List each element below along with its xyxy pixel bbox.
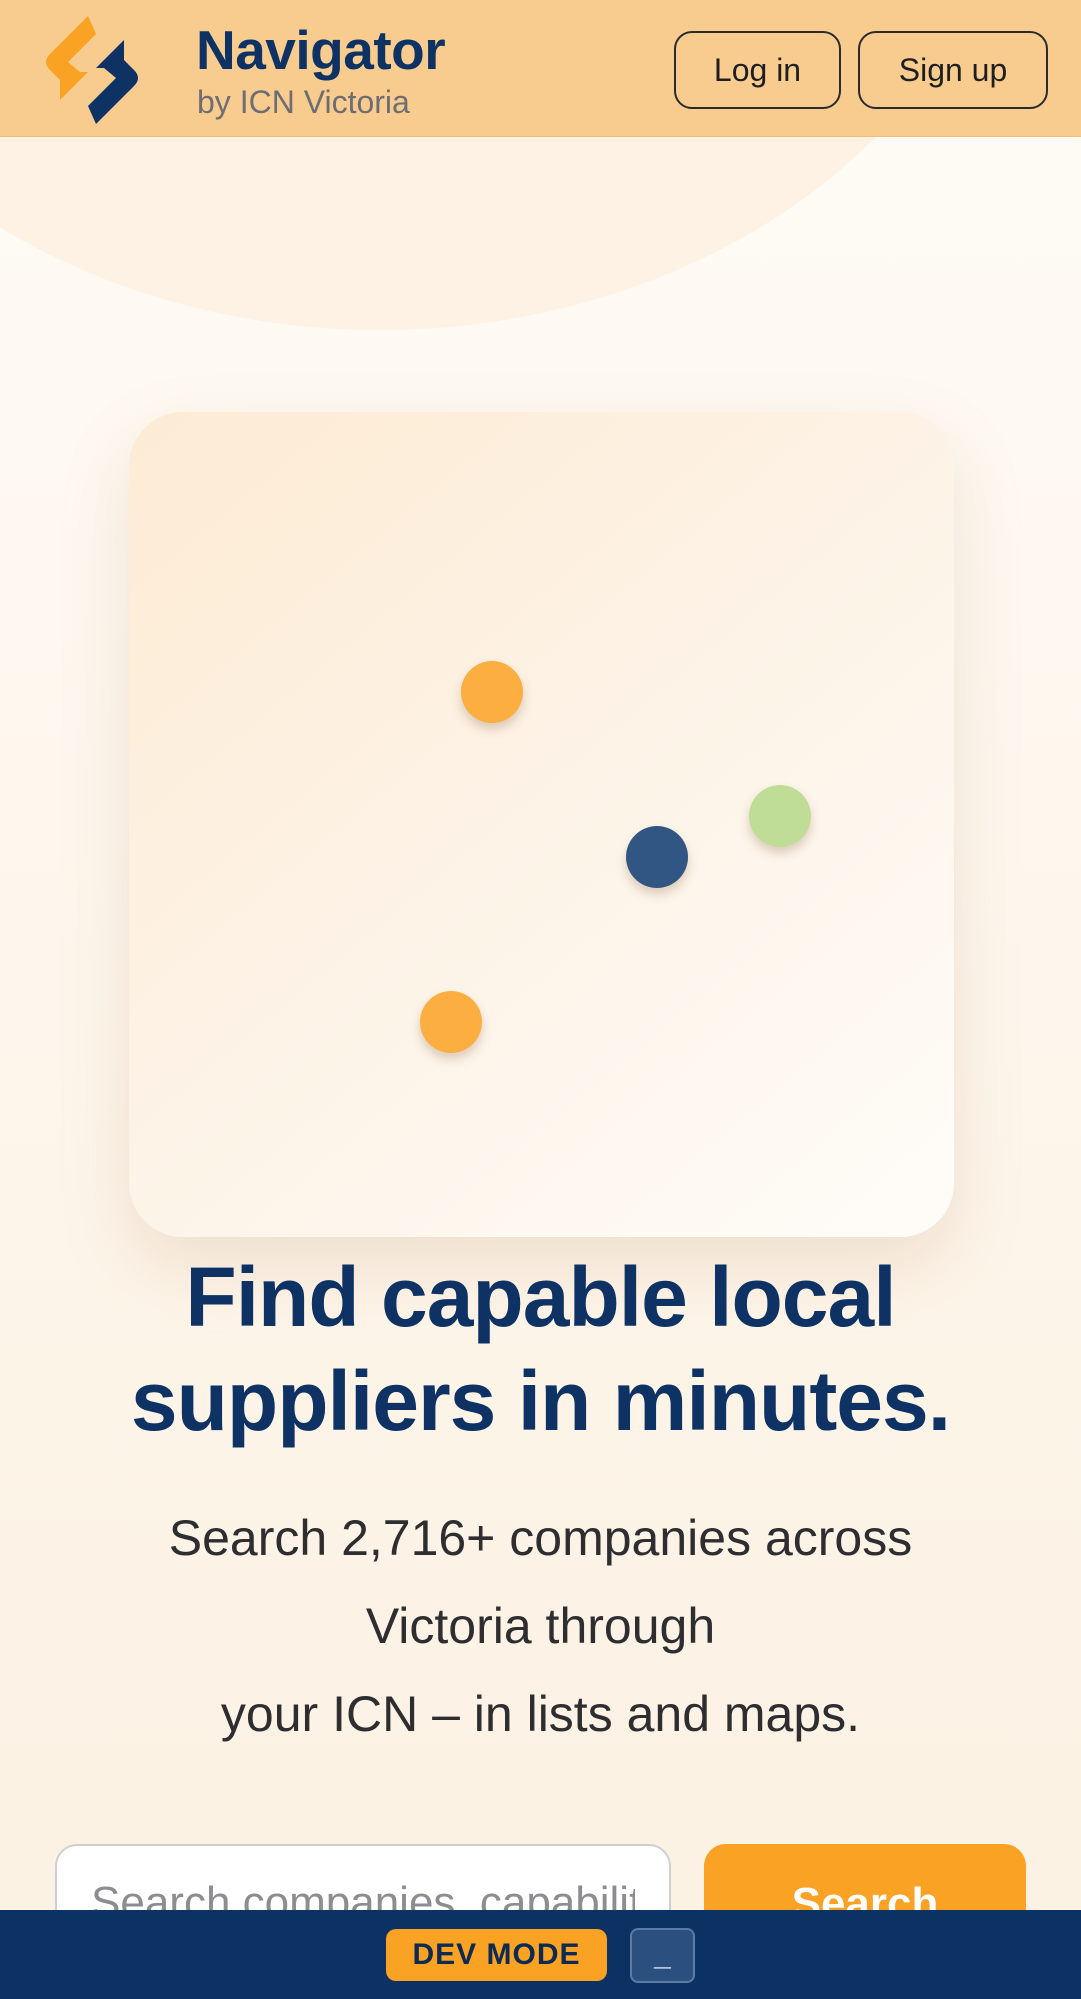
- hero-subline-line: your ICN – in lists and maps.: [220, 1686, 861, 1742]
- orange-map-dot-icon: [420, 991, 482, 1053]
- hero-subline-line: Search 2,716+ companies across: [168, 1510, 913, 1566]
- brand-subtitle: by ICN Victoria: [197, 84, 410, 120]
- top-header: Navigator by ICN Victoria Log in Sign up: [0, 0, 1081, 137]
- page: Navigator by ICN Victoria Log in Sign up…: [0, 0, 1081, 1999]
- orange-map-dot-icon: [461, 661, 523, 723]
- hero-subline-line: Victoria through: [365, 1598, 716, 1654]
- green-map-dot-icon: [749, 785, 811, 847]
- login-button[interactable]: Log in: [674, 31, 841, 109]
- brand-title: Navigator: [196, 19, 446, 81]
- dev-mode-badge: DEV MODE: [386, 1929, 607, 1981]
- dev-mode-bar: DEV MODE _: [0, 1910, 1081, 1999]
- signup-button[interactable]: Sign up: [858, 31, 1048, 109]
- navigator-logo-icon[interactable]: [30, 8, 154, 132]
- hero-subline: Search 2,716+ companies across Victoria …: [80, 1494, 1001, 1758]
- hero-map-card: [129, 412, 954, 1237]
- navy-map-dot-icon: [626, 826, 688, 888]
- dev-console-toggle-button[interactable]: _: [630, 1928, 695, 1983]
- hero-headline: Find capable local suppliers in minutes.: [130, 1250, 951, 1448]
